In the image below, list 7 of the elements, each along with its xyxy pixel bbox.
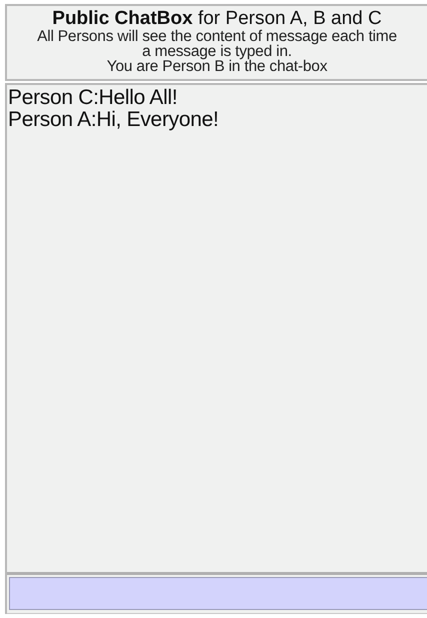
header-note: All Persons will see the content of message each time	[37, 29, 397, 44]
chat-title: Public ChatBox for Person A, B and C	[52, 9, 382, 29]
message-input[interactable]	[9, 577, 427, 610]
header-note: You are Person B in the chat-box	[106, 59, 328, 74]
chat-message: Person A:Hi, Everyone!	[8, 109, 220, 131]
header-note: a message is typed in.	[142, 44, 292, 59]
chat-message: Person C:Hello All!	[8, 87, 178, 109]
